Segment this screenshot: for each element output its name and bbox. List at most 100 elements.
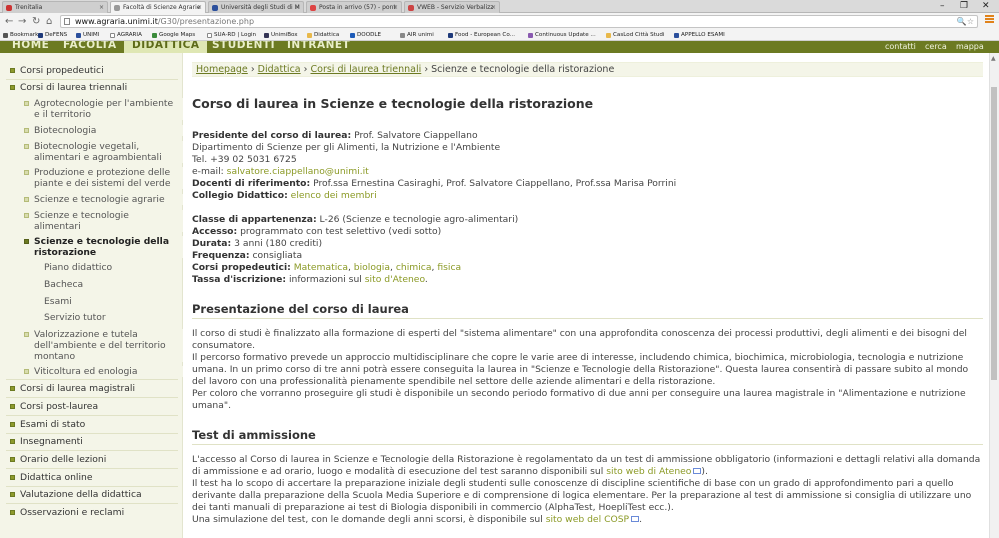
link-fisica[interactable]: fisica <box>437 262 461 273</box>
bookmark-item[interactable]: UNIMI <box>76 30 99 41</box>
section-title-presentazione: Presentazione del corso di laurea <box>192 302 983 319</box>
bookmark-item[interactable]: Google Maps <box>152 30 195 41</box>
nav-contatti[interactable]: contatti <box>885 42 916 52</box>
breadcrumb-link[interactable]: Didattica <box>258 64 301 75</box>
browser-tab[interactable]: VWEB - Servizio Verbalizz × <box>404 1 500 13</box>
bookmark-item[interactable]: Bookmarks <box>3 30 41 41</box>
info-tassa: Tassa d'iscrizione: informazioni sul sit… <box>192 274 428 285</box>
info-dipartimento: Dipartimento di Scienze per gli Alimenti… <box>192 142 501 153</box>
nav-intranet[interactable]: INTRANET <box>287 41 350 53</box>
bookmark-item[interactable]: AGRARIA <box>110 30 142 41</box>
label: Presidente del corso di laurea: <box>192 130 352 141</box>
browser-tab[interactable]: Posta in arrivo (57) - pont × <box>306 1 402 13</box>
site-top-nav: HOME FACOLTÀ DIDATTICA STUDENTI INTRANET… <box>0 41 999 53</box>
tab-close-icon[interactable]: × <box>295 2 300 13</box>
ateneo-link[interactable]: sito d'Ateneo <box>365 274 425 285</box>
sidebar-subsubitem[interactable]: Piano didattico <box>0 262 183 273</box>
forward-arrow-icon[interactable]: → <box>18 15 26 28</box>
bullet-icon <box>10 386 15 391</box>
reload-icon[interactable]: ↻ <box>32 15 40 28</box>
tab-favicon-icon <box>6 5 12 11</box>
breadcrumb-link[interactable]: Homepage <box>196 64 248 75</box>
home-icon[interactable]: ⌂ <box>46 15 52 28</box>
nav-facolta[interactable]: FACOLTÀ <box>63 41 117 53</box>
tab-favicon-icon <box>212 5 218 11</box>
bullet-icon <box>24 170 29 175</box>
collegio-link[interactable]: elenco dei membri <box>291 190 377 201</box>
sidebar-subitem[interactable]: Biotecnologia <box>0 125 183 136</box>
sidebar-item[interactable]: Valutazione della didattica <box>0 489 183 500</box>
nav-didattica[interactable]: DIDATTICA <box>124 41 208 53</box>
menu-icon[interactable] <box>985 15 994 23</box>
bookmark-item[interactable]: DOODLE <box>350 30 381 41</box>
scrollbar-thumb[interactable] <box>991 87 997 380</box>
breadcrumb-link[interactable]: Corsi di laurea triennali <box>311 64 422 75</box>
sidebar-item[interactable]: Insegnamenti <box>0 436 183 447</box>
divider <box>6 468 178 469</box>
sidebar-subitem[interactable]: Scienze e tecnologie agrarie <box>0 194 183 205</box>
bookmark-item[interactable]: CasLod Città Studi <box>606 30 664 41</box>
sidebar-item[interactable]: Osservazioni e reclami <box>0 507 183 518</box>
sidebar-subitem[interactable]: Produzione e protezione delle piante e d… <box>0 167 183 189</box>
bookmark-item[interactable]: SUA-RD | Login <box>207 30 256 41</box>
sidebar-subitem[interactable]: Agrotecnologie per l'ambiente e il terri… <box>0 98 183 120</box>
nav-home[interactable]: HOME <box>12 41 49 53</box>
sidebar-subitem[interactable]: Viticoltura ed enologia <box>0 366 183 377</box>
cosp-link[interactable]: sito web del COSP <box>546 514 629 525</box>
sidebar-subitem[interactable]: Valorizzazione e tutela dell'ambiente e … <box>0 329 183 362</box>
bookmark-item[interactable]: APPELLO ESAMI <box>674 30 725 41</box>
link-biologia[interactable]: biologia <box>354 262 390 273</box>
link-matematica[interactable]: Matematica <box>294 262 348 273</box>
bookmark-item[interactable]: Food - European Co... <box>448 30 515 41</box>
sidebar-subsubitem[interactable]: Bacheca <box>0 279 183 290</box>
sidebar-item[interactable]: Corsi post-laurea <box>0 401 183 412</box>
url-path: /G30/presentazione.php <box>157 17 255 26</box>
browser-tab-active[interactable]: Facoltà di Scienze Agrarie × <box>110 1 206 13</box>
sidebar-subitem[interactable]: Scienze e tecnologie alimentari <box>0 210 183 232</box>
bullet-icon <box>10 85 15 90</box>
nav-cerca[interactable]: cerca <box>925 42 947 52</box>
paragraph: Il corso di studi è finalizzato alla for… <box>192 328 967 351</box>
close-window-icon[interactable]: ✕ <box>982 0 990 12</box>
link-chimica[interactable]: chimica <box>396 262 432 273</box>
url-input[interactable]: www.agraria.unimi.it/G30/presentazione.p… <box>60 15 978 28</box>
nav-studenti[interactable]: STUDENTI <box>212 41 275 53</box>
bookmark-item[interactable]: Didattica <box>307 30 339 41</box>
bookmark-item[interactable]: UnimiBox <box>264 30 298 41</box>
scroll-up-icon[interactable]: ▲ <box>991 55 996 62</box>
sidebar-subitem[interactable]: Biotecnologie vegetali, alimentari e agr… <box>0 141 183 163</box>
bullet-icon <box>24 332 29 337</box>
nav-mappa[interactable]: mappa <box>956 42 984 52</box>
bullet-icon <box>24 101 29 106</box>
minimize-icon[interactable]: – <box>940 0 945 12</box>
browser-tab[interactable]: Università degli Studi di M × <box>208 1 304 13</box>
tab-close-icon[interactable]: × <box>99 2 104 13</box>
sidebar-item[interactable]: Orario delle lezioni <box>0 454 183 465</box>
tab-close-icon[interactable]: × <box>491 2 496 13</box>
bullet-icon <box>10 68 15 73</box>
restore-icon[interactable]: ❐ <box>960 0 968 12</box>
sidebar-subsubitem[interactable]: Servizio tutor <box>0 312 183 323</box>
bookmark-item[interactable]: AIR unimi <box>400 30 434 41</box>
sidebar-subitem-selected[interactable]: Scienze e tecnologie della ristorazione <box>0 236 183 258</box>
sidebar-item[interactable]: Esami di stato <box>0 419 183 430</box>
back-arrow-icon[interactable]: ← <box>5 15 13 28</box>
sidebar-subsubitem[interactable]: Esami <box>0 296 183 307</box>
tab-close-icon[interactable]: × <box>197 2 202 13</box>
sidebar-item[interactable]: Corsi di laurea magistrali <box>0 383 183 394</box>
sidebar-item-corsi-propedeutici[interactable]: Corsi propedeutici <box>0 65 183 76</box>
email-link[interactable]: salvatore.ciappellano@unimi.it <box>227 166 369 177</box>
tab-close-icon[interactable]: × <box>393 2 398 13</box>
sidebar-item[interactable]: Didattica online <box>0 472 183 483</box>
bookmark-item[interactable]: DeFENS <box>38 30 67 41</box>
divider <box>6 379 178 380</box>
address-bar-row: ← → ↻ ⌂ www.agraria.unimi.it/G30/present… <box>0 13 999 30</box>
browser-tab[interactable]: Trenitalia × <box>2 1 108 13</box>
ateneo-web-link[interactable]: sito web di Ateneo <box>606 466 691 477</box>
info-frequenza: Frequenza: consigliata <box>192 250 982 262</box>
browser-tab-bar: Trenitalia × Facoltà di Scienze Agrarie × … <box>0 0 999 13</box>
bookmark-item[interactable]: Continuous Update ... <box>528 30 596 41</box>
sidebar-item-triennali[interactable]: Corsi di laurea triennali <box>0 82 183 93</box>
zoom-search-icon[interactable]: 🔍☆ <box>957 16 974 27</box>
breadcrumb-current: Scienze e tecnologie della ristorazione <box>431 64 615 75</box>
